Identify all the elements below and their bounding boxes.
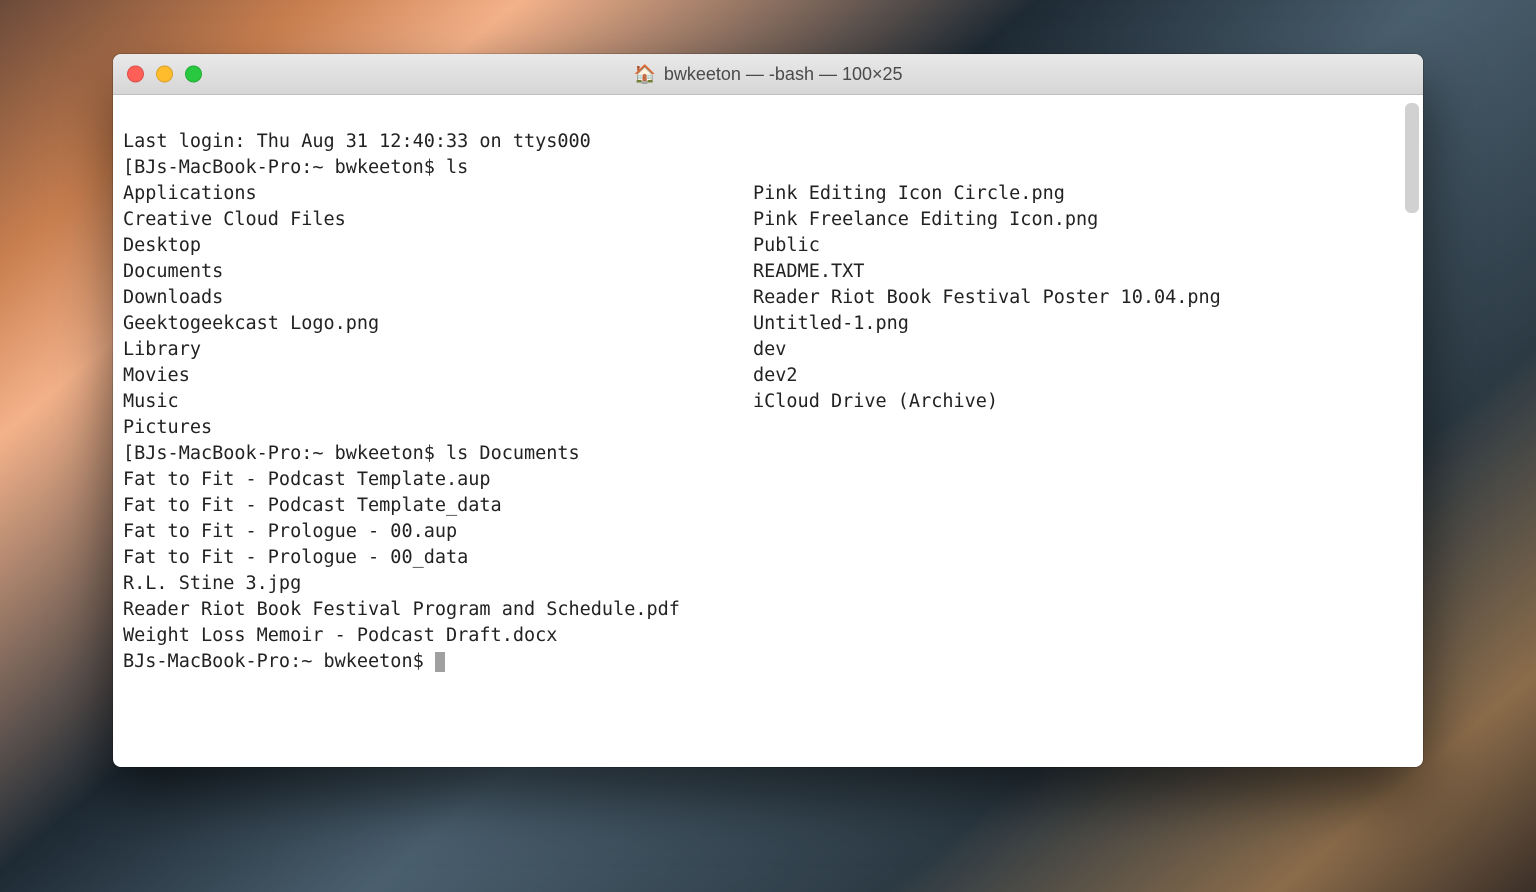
file-name: Untitled-1.png [753, 311, 909, 337]
file-name: Geektogeekcast Logo.png [123, 311, 753, 337]
file-name: Creative Cloud Files [123, 207, 753, 233]
file-name: Pictures [123, 415, 753, 441]
list-item: Fat to Fit - Prologue - 00.aup [123, 519, 1413, 545]
file-name: Pink Editing Icon Circle.png [753, 181, 1065, 207]
file-name: dev [753, 337, 786, 363]
list-item: DesktopPublic [123, 233, 1413, 259]
window-title-text: bwkeeton — -bash — 100×25 [664, 64, 903, 85]
list-item: DocumentsREADME.TXT [123, 259, 1413, 285]
list-item: Fat to Fit - Podcast Template_data [123, 493, 1413, 519]
home-icon: 🏠 [633, 64, 655, 85]
file-name: Documents [123, 259, 753, 285]
file-name: Desktop [123, 233, 753, 259]
file-name: iCloud Drive (Archive) [753, 389, 998, 415]
file-name: Reader Riot Book Festival Program and Sc… [123, 597, 680, 623]
list-item: R.L. Stine 3.jpg [123, 571, 1413, 597]
list-item: DownloadsReader Riot Book Festival Poste… [123, 285, 1413, 311]
list-item: Geektogeekcast Logo.pngUntitled-1.png [123, 311, 1413, 337]
cursor [435, 652, 445, 672]
list-item: Librarydev [123, 337, 1413, 363]
file-name: Reader Riot Book Festival Poster 10.04.p… [753, 285, 1221, 311]
titlebar[interactable]: 🏠 bwkeeton — -bash — 100×25 [113, 54, 1423, 95]
file-name: Applications [123, 181, 753, 207]
file-name: Movies [123, 363, 753, 389]
file-name: Music [123, 389, 753, 415]
file-name: Fat to Fit - Podcast Template.aup [123, 467, 491, 493]
file-name: Downloads [123, 285, 753, 311]
file-name: dev2 [753, 363, 798, 389]
list-item: Weight Loss Memoir - Podcast Draft.docx [123, 623, 1413, 649]
file-name: Public [753, 233, 820, 259]
file-name: Library [123, 337, 753, 363]
file-name: Fat to Fit - Podcast Template_data [123, 493, 502, 519]
file-name: README.TXT [753, 259, 864, 285]
ls-documents-output: Fat to Fit - Podcast Template.aupFat to … [123, 467, 1413, 649]
list-item: MusiciCloud Drive (Archive) [123, 389, 1413, 415]
last-login-line: Last login: Thu Aug 31 12:40:33 on ttys0… [123, 131, 591, 152]
scrollbar-thumb[interactable] [1405, 103, 1419, 213]
close-icon[interactable] [127, 66, 144, 83]
file-name: Fat to Fit - Prologue - 00_data [123, 545, 468, 571]
list-item: Creative Cloud FilesPink Freelance Editi… [123, 207, 1413, 233]
list-item: Pictures [123, 415, 1413, 441]
prompt-3: BJs-MacBook-Pro:~ bwkeeton$ [123, 651, 435, 672]
list-item: Fat to Fit - Prologue - 00_data [123, 545, 1413, 571]
command-2: ls Documents [446, 443, 580, 464]
file-name: Weight Loss Memoir - Podcast Draft.docx [123, 623, 557, 649]
file-name: Fat to Fit - Prologue - 00.aup [123, 519, 457, 545]
minimize-icon[interactable] [156, 66, 173, 83]
traffic-lights [127, 66, 202, 83]
file-name: Pink Freelance Editing Icon.png [753, 207, 1098, 233]
zoom-icon[interactable] [185, 66, 202, 83]
list-item: Moviesdev2 [123, 363, 1413, 389]
file-name: R.L. Stine 3.jpg [123, 571, 301, 597]
prompt-2: BJs-MacBook-Pro:~ bwkeeton$ [134, 443, 446, 464]
prompt-bracket: [ [123, 443, 134, 464]
ls-home-output: ApplicationsPink Editing Icon Circle.png… [123, 181, 1413, 441]
terminal-content[interactable]: Last login: Thu Aug 31 12:40:33 on ttys0… [113, 95, 1423, 767]
list-item: ApplicationsPink Editing Icon Circle.png [123, 181, 1413, 207]
terminal-window: 🏠 bwkeeton — -bash — 100×25 Last login: … [113, 54, 1423, 767]
list-item: Fat to Fit - Podcast Template.aup [123, 467, 1413, 493]
prompt-1: BJs-MacBook-Pro:~ bwkeeton$ [134, 157, 446, 178]
window-title: 🏠 bwkeeton — -bash — 100×25 [113, 64, 1423, 85]
prompt-bracket: [ [123, 157, 134, 178]
command-1: ls [446, 157, 468, 178]
list-item: Reader Riot Book Festival Program and Sc… [123, 597, 1413, 623]
